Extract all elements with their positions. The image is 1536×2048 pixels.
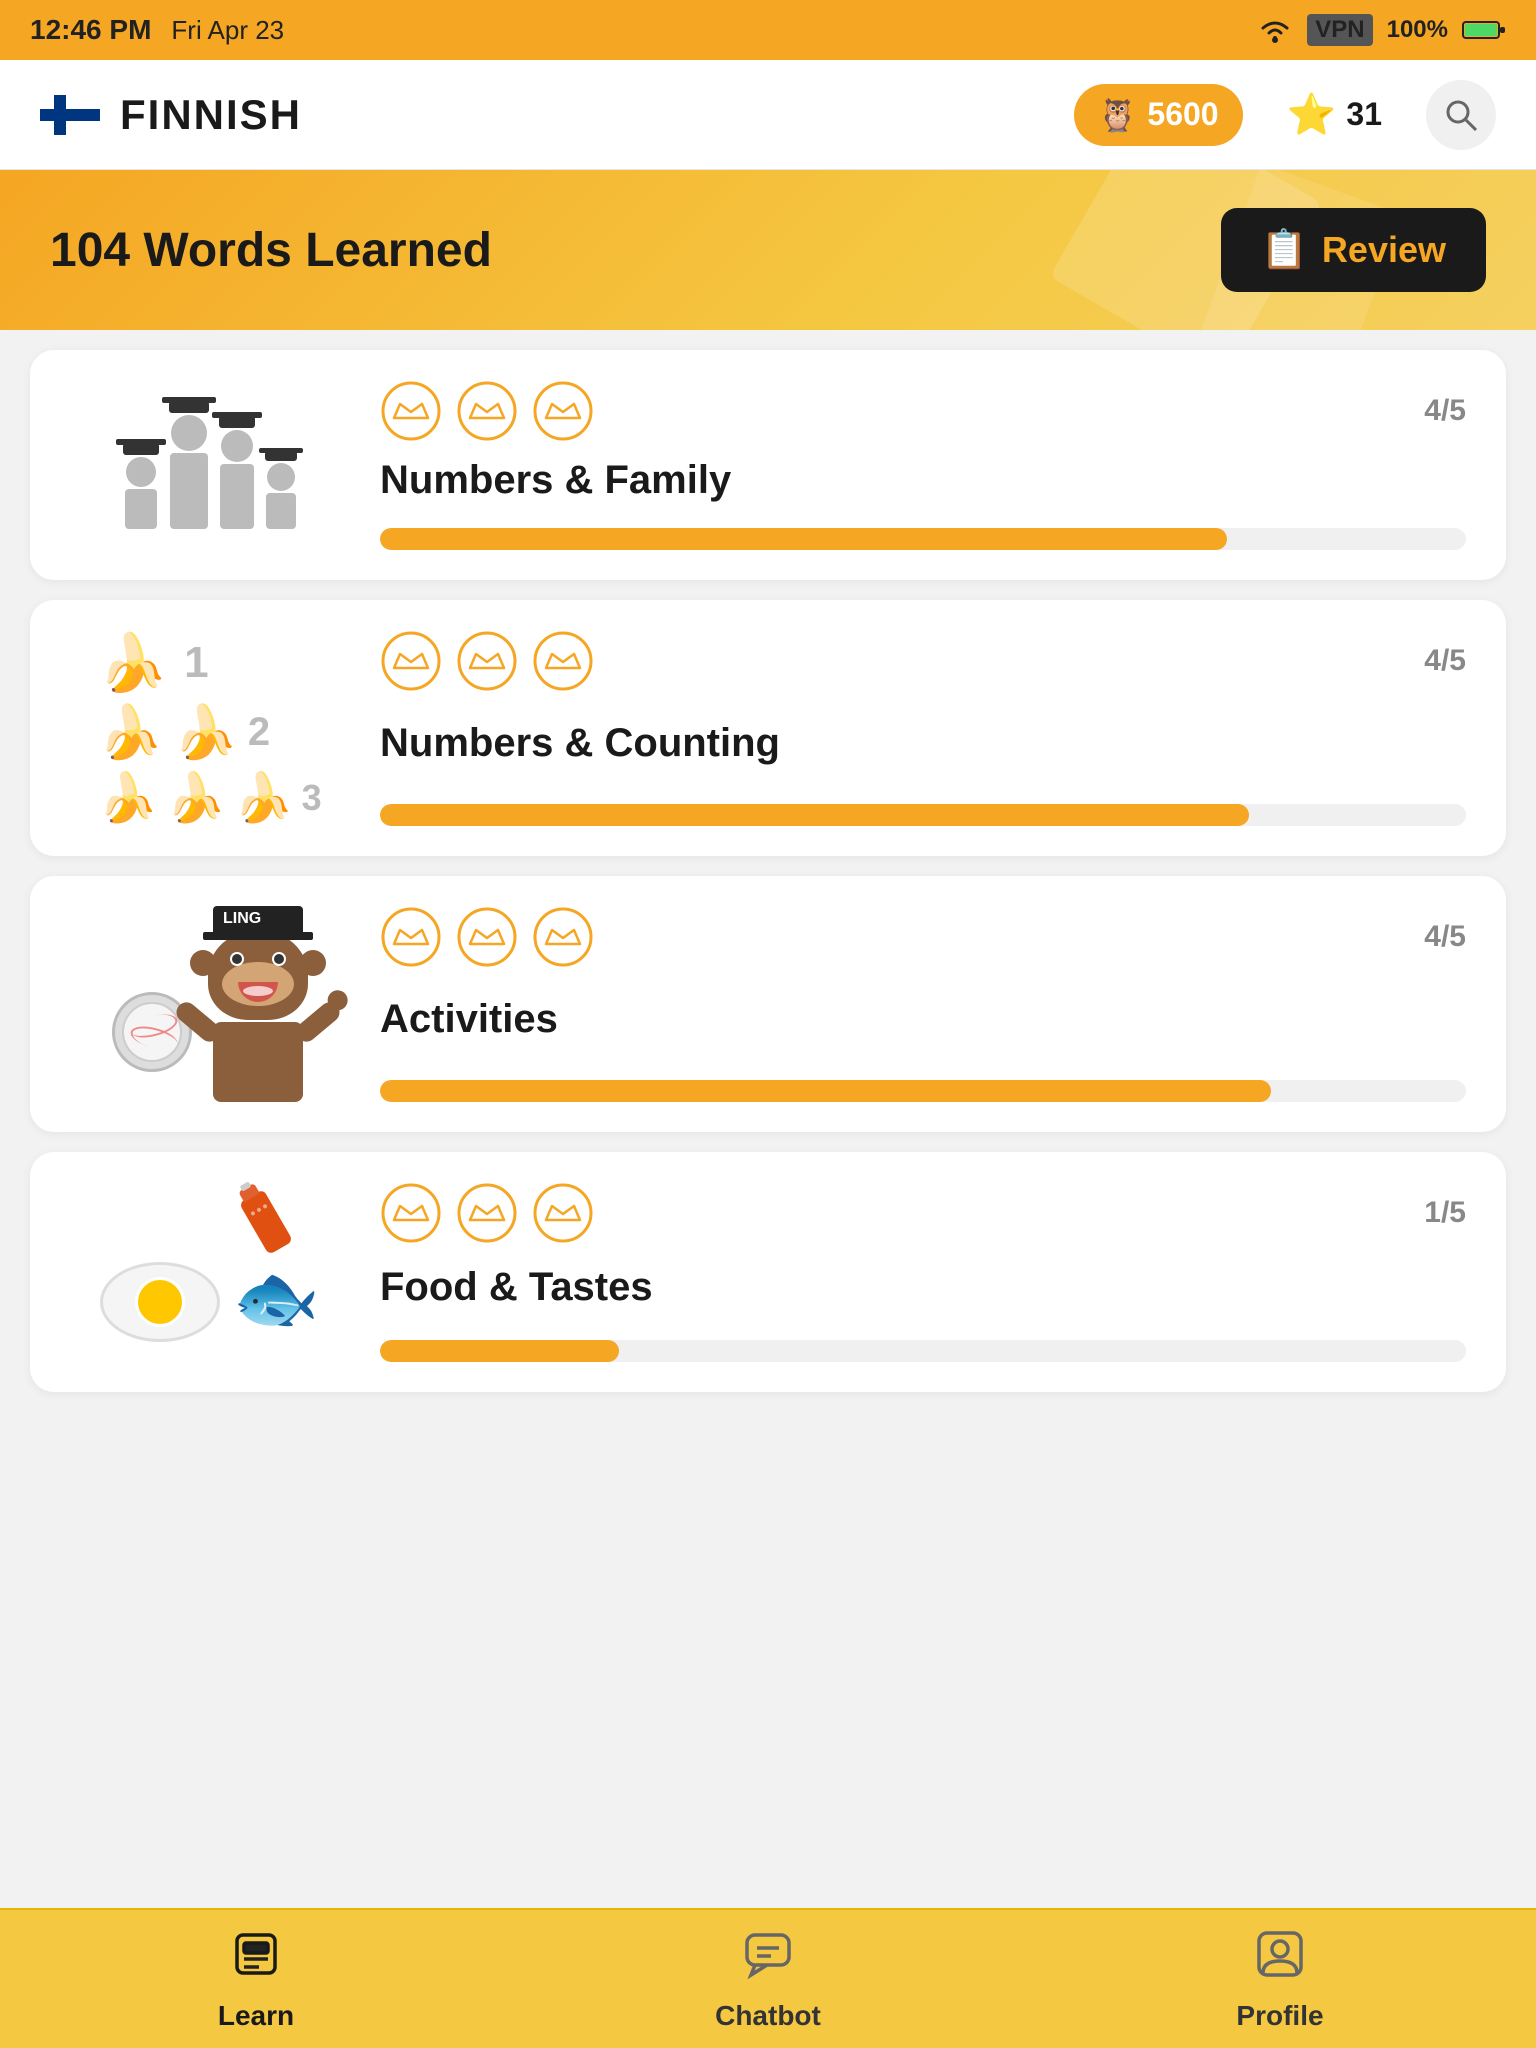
card-image-counting: 🍌 1 🍌 🍌 2 🍌 🍌 🍌 3 (70, 630, 350, 826)
battery-text: 100% (1387, 16, 1448, 44)
banana-3c: 🍌 (234, 769, 294, 826)
status-date: Fri Apr 23 (171, 15, 284, 46)
banana-3b: 🍌 (166, 769, 226, 826)
card-content-activities: 4/5 Activities (380, 906, 1466, 1102)
language-section: FINNISH (40, 85, 302, 145)
crown-3 (532, 380, 594, 442)
top-nav: FINNISH 🦉 5600 ⭐ 31 (0, 60, 1536, 170)
lesson-card-activities[interactable]: LING (30, 876, 1506, 1132)
crown-c3 (532, 630, 594, 692)
nav-right: 🦉 5600 ⭐ 31 (1074, 79, 1496, 150)
banner: 104 Words Learned 📋 Review (0, 170, 1536, 330)
crown-c1 (380, 630, 442, 692)
lesson-card-numbers-family[interactable]: 4/5 Numbers & Family (30, 350, 1506, 580)
search-button[interactable] (1426, 80, 1496, 150)
crown-c2 (456, 630, 518, 692)
progress-fill-counting (380, 804, 1249, 826)
language-label: FINNISH (120, 91, 302, 139)
profile-label: Profile (1236, 2000, 1323, 2032)
progress-bg-counting (380, 804, 1466, 826)
card-content-family: 4/5 Numbers & Family (380, 380, 1466, 550)
crown-f1 (380, 1182, 442, 1244)
card-image-food: 🐟 (70, 1182, 350, 1362)
star-badge: ⭐ 31 (1267, 79, 1402, 150)
crown-2 (456, 380, 518, 442)
progress-fill-family (380, 528, 1227, 550)
finnish-flag (40, 85, 100, 145)
card-content-food: 1/5 Food & Tastes (380, 1182, 1466, 1362)
crowns-family (380, 380, 594, 442)
progress-bg-activities (380, 1080, 1466, 1102)
coin-icon: 🦉 (1098, 96, 1138, 134)
progress-bg-family (380, 528, 1466, 550)
crowns-activities (380, 906, 594, 968)
crowns-counting (380, 630, 594, 692)
chatbot-label: Chatbot (715, 2000, 821, 2032)
review-label: Review (1322, 229, 1446, 271)
title-counting: Numbers & Counting (380, 721, 1466, 766)
score-food: 1/5 (1424, 1196, 1466, 1230)
card-image-family (70, 380, 350, 550)
bottom-nav: Learn Chatbot Profile (0, 1908, 1536, 2048)
score-activities: 4/5 (1424, 920, 1466, 954)
card-image-activities: LING (70, 906, 350, 1102)
card-content-counting: 4/5 Numbers & Counting (380, 630, 1466, 826)
crown-a1 (380, 906, 442, 968)
wifi-icon (1257, 16, 1293, 44)
title-food: Food & Tastes (380, 1265, 1466, 1310)
banana-2a: 🍌 (98, 702, 163, 763)
score-counting: 4/5 (1424, 644, 1466, 678)
battery-icon (1462, 18, 1506, 42)
crown-f3 (532, 1182, 594, 1244)
banner-title: 104 Words Learned (50, 223, 492, 278)
star-value: 31 (1346, 96, 1382, 133)
crown-1 (380, 380, 442, 442)
learn-label: Learn (218, 2000, 294, 2032)
nav-item-profile[interactable]: Profile (1024, 1927, 1536, 2032)
vpn-badge: VPN (1307, 14, 1372, 46)
crown-f2 (456, 1182, 518, 1244)
banana-3a: 🍌 (98, 769, 158, 826)
progress-fill-activities (380, 1080, 1271, 1102)
review-button[interactable]: 📋 Review (1221, 208, 1486, 292)
banana-2b: 🍌 (173, 702, 238, 763)
lesson-card-food-tastes[interactable]: 🐟 (30, 1152, 1506, 1392)
nav-item-chatbot[interactable]: Chatbot (512, 1927, 1024, 2032)
score-family: 4/5 (1424, 394, 1466, 428)
crown-a2 (456, 906, 518, 968)
status-time: 12:46 PM (30, 14, 151, 46)
coin-value: 5600 (1147, 96, 1218, 133)
banana-1: 🍌 (98, 630, 168, 696)
learn-icon (229, 1927, 283, 1992)
chatbot-icon (741, 1927, 795, 1992)
lesson-card-numbers-counting[interactable]: 🍌 1 🍌 🍌 2 🍌 🍌 🍌 3 (30, 600, 1506, 856)
progress-fill-food (380, 1340, 619, 1362)
profile-icon (1253, 1927, 1307, 1992)
crown-a3 (532, 906, 594, 968)
review-icon: 📋 (1261, 228, 1308, 272)
nav-item-learn[interactable]: Learn (0, 1927, 512, 2032)
progress-bg-food (380, 1340, 1466, 1362)
search-icon (1443, 97, 1479, 133)
title-family: Numbers & Family (380, 458, 1466, 503)
title-activities: Activities (380, 997, 1466, 1042)
crowns-food (380, 1182, 594, 1244)
status-bar: 12:46 PM Fri Apr 23 VPN 100% (0, 0, 1536, 60)
coin-badge: 🦉 5600 (1074, 84, 1243, 146)
star-icon: ⭐ (1287, 91, 1337, 138)
cards-container: 4/5 Numbers & Family 🍌 1 🍌 🍌 2 (0, 330, 1536, 1908)
